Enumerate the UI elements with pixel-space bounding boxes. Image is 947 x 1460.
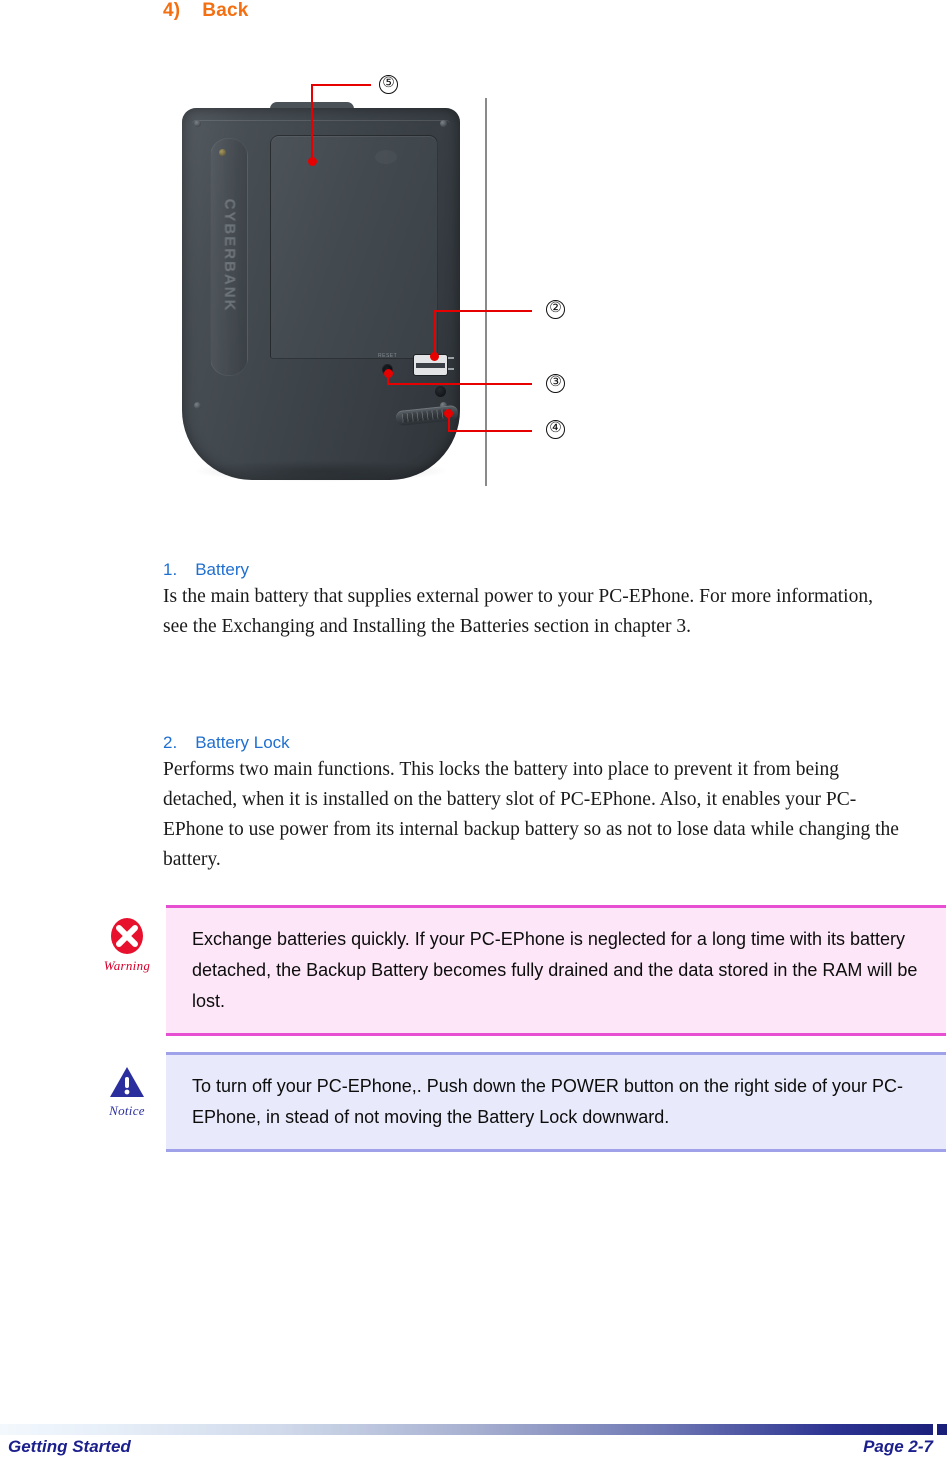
notice-caption: Notice [109, 1103, 145, 1118]
document-page: 4) Back CYBERBANK RESET ⑤ ② ③ ④ 1. Batte… [0, 0, 947, 1460]
callout-3-label: ③ [546, 374, 565, 393]
device-shell: CYBERBANK RESET [182, 108, 460, 482]
section-heading-number: 4) [163, 0, 181, 21]
lock-tick-lower [448, 368, 454, 370]
item-battery-title-text: Battery [195, 560, 250, 579]
notice-icon-cell: Notice [88, 1052, 166, 1119]
callout-4-label: ④ [546, 420, 565, 439]
warning-caption: Warning [103, 958, 151, 973]
item-battery: 1. Battery Is the main battery that suppl… [163, 560, 885, 642]
device-shadow [192, 460, 450, 482]
notice-text: To turn off your PC-EPhone,. Push down t… [166, 1052, 946, 1152]
figure-vertical-rule [485, 98, 487, 486]
brand-strip-screw [219, 149, 226, 156]
callout-2-point [430, 352, 439, 361]
section-heading: 4) Back [163, 0, 249, 22]
callout-2-label: ② [546, 300, 565, 319]
item-battery-lock: 2. Battery Lock Performs two main functio… [163, 733, 915, 875]
callout-5-leader-horizontal [311, 84, 371, 86]
item-battery-lock-title-text: Battery Lock [195, 733, 290, 752]
callout-5-leader-vertical [311, 84, 313, 160]
screw-top-right [440, 120, 447, 127]
footer-page-number: Page 2-7 [863, 1437, 933, 1456]
item-battery-body: Is the main battery that supplies extern… [163, 586, 873, 637]
warning-icon-cell: Warning [88, 905, 166, 974]
callout-2-leader-horizontal [434, 310, 532, 312]
lock-tick-upper [448, 357, 454, 359]
footer-gradient-bar [0, 1424, 947, 1435]
warning-callout-box: Warning Exchange batteries quickly. If y… [88, 905, 946, 1036]
reset-label: RESET [378, 353, 398, 359]
item-battery-lock-number: 2. [163, 733, 178, 752]
screw-bottom-left [194, 402, 201, 409]
screw-top-left [194, 120, 201, 127]
callout-2-leader-vertical [434, 310, 436, 355]
battery-lock-ticks [448, 354, 458, 374]
footer-chapter-label: Getting Started [8, 1437, 131, 1456]
notice-exclamation-icon [110, 1067, 144, 1097]
item-battery-number: 1. [163, 560, 178, 579]
notice-callout-box: Notice To turn off your PC-EPhone,. Push… [88, 1052, 946, 1152]
callout-4-leader-horizontal [448, 430, 532, 432]
callout-5-point [308, 157, 317, 166]
callout-3-leader-horizontal [387, 383, 532, 385]
item-battery-lock-body: Performs two main functions. This locks … [163, 759, 899, 870]
callout-4-point [444, 409, 453, 418]
battery-cover [270, 135, 438, 359]
warning-text: Exchange batteries quickly. If your PC-E… [166, 905, 946, 1036]
item-battery-lock-title: 2. Battery Lock [163, 733, 915, 753]
warning-x-icon [111, 918, 143, 954]
battery-lock-slider-bar [416, 363, 445, 368]
brand-emboss-strip: CYBERBANK [210, 138, 248, 376]
side-port [435, 386, 446, 397]
callout-3-point [384, 369, 393, 378]
device-photo: CYBERBANK RESET [182, 102, 460, 482]
brand-emboss-text: CYBERBANK [221, 198, 239, 313]
callout-5-label: ⑤ [379, 75, 398, 94]
item-battery-title: 1. Battery [163, 560, 885, 580]
device-top-bevel [192, 120, 450, 128]
section-heading-text: Back [202, 0, 249, 21]
